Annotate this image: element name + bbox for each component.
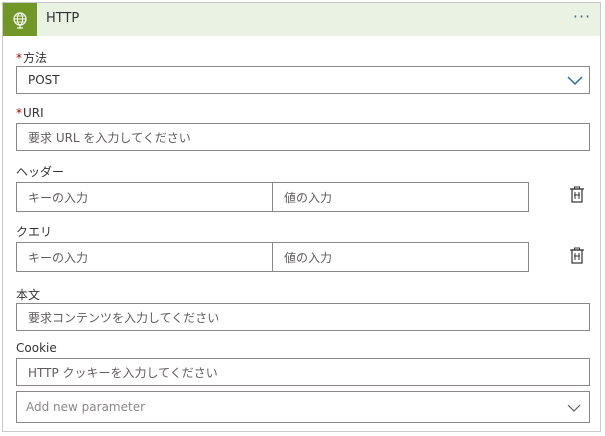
query-value-placeholder: 値の入力 xyxy=(284,250,333,265)
body-input[interactable]: 要求コンテンツを入力してください xyxy=(16,303,590,331)
method-label: *方法 xyxy=(16,49,47,66)
body-placeholder: 要求コンテンツを入力してください xyxy=(28,310,220,325)
more-options-button[interactable]: ··· xyxy=(572,6,592,28)
query-key-input[interactable]: キーの入力 xyxy=(16,242,273,272)
card-title: HTTP xyxy=(46,11,80,26)
query-value-input[interactable]: 値の入力 xyxy=(272,242,529,272)
add-parameter-placeholder: Add new parameter xyxy=(26,400,146,414)
headers-label: ヘッダー xyxy=(16,165,65,179)
method-value: POST xyxy=(28,73,60,87)
uri-placeholder: 要求 URL を入力してください xyxy=(28,130,191,145)
header-key-input[interactable]: キーの入力 xyxy=(16,182,273,212)
cookie-label: Cookie xyxy=(16,341,57,355)
trash-icon[interactable] xyxy=(569,247,585,265)
body-label: 本文 xyxy=(16,288,41,302)
uri-input[interactable]: 要求 URL を入力してください xyxy=(16,123,590,151)
http-action-card: HTTP ··· *方法 POST *URI 要求 URL を入力してください … xyxy=(2,2,601,432)
uri-label-text: URI xyxy=(23,106,44,120)
globe-icon xyxy=(3,3,37,36)
required-mark: * xyxy=(16,106,22,120)
query-key-placeholder: キーの入力 xyxy=(28,250,89,265)
required-mark: * xyxy=(16,51,22,65)
cookie-placeholder: HTTP クッキーを入力してください xyxy=(28,365,218,380)
header-key-placeholder: キーの入力 xyxy=(28,190,89,205)
header-value-input[interactable]: 値の入力 xyxy=(272,182,529,212)
cookie-input[interactable]: HTTP クッキーを入力してください xyxy=(16,358,590,386)
chevron-down-icon xyxy=(567,76,583,86)
header-value-placeholder: 値の入力 xyxy=(284,190,333,205)
trash-icon[interactable] xyxy=(569,186,585,204)
add-parameter-dropdown[interactable]: Add new parameter xyxy=(16,391,590,423)
uri-label: *URI xyxy=(16,106,44,120)
method-dropdown[interactable]: POST xyxy=(16,66,590,94)
queries-label: クエリ xyxy=(16,225,53,239)
chevron-down-icon xyxy=(567,404,581,412)
card-header[interactable]: HTTP ··· xyxy=(3,3,600,36)
method-label-text: 方法 xyxy=(23,51,48,65)
